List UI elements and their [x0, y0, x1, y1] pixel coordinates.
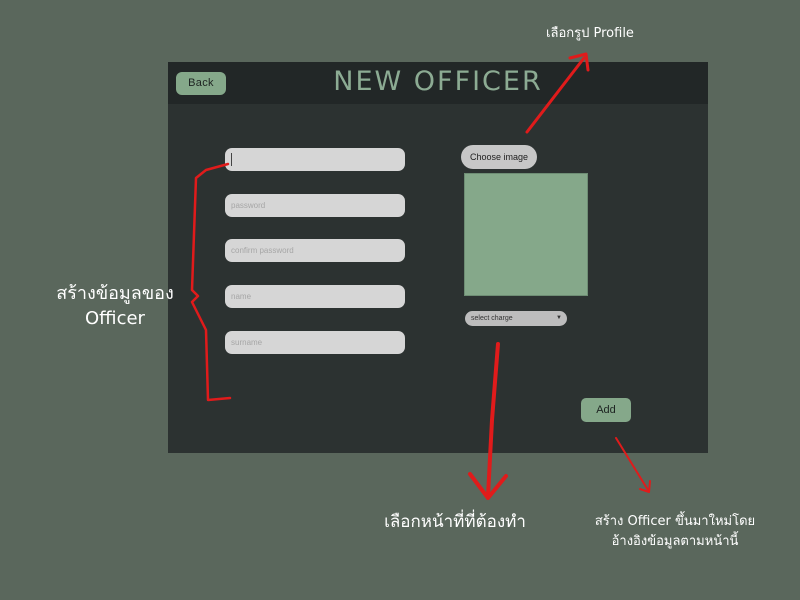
charge-arrowhead [468, 472, 508, 500]
profile-note: เลือกรูป Profile [546, 26, 634, 41]
officer-data-note-line1: สร้างข้อมูลของ [56, 283, 174, 304]
name-field[interactable]: name [225, 285, 405, 308]
add-button[interactable]: Add [581, 398, 631, 422]
page-title: NEW OFFICER [333, 66, 543, 97]
confirm-password-field[interactable]: confirm password [225, 239, 405, 262]
title-bar: Back NEW OFFICER [168, 62, 708, 104]
password-field[interactable]: password [225, 194, 405, 217]
charge-select[interactable]: select charge ▼ [465, 311, 567, 326]
surname-field[interactable]: surname [225, 331, 405, 354]
add-arrowhead [639, 480, 651, 493]
choose-image-button[interactable]: Choose image [461, 145, 537, 169]
create-note-line1: สร้าง Officer ขึ้นมาใหม่โดย [594, 514, 756, 529]
officer-data-note-line2: Officer [85, 308, 145, 329]
username-field[interactable] [225, 148, 405, 171]
charge-select-value: select charge [471, 315, 513, 322]
charge-note: เลือกหน้าที่ที่ต้องทำ [384, 512, 526, 532]
text-caret [231, 153, 232, 166]
new-officer-window: Back NEW OFFICER password confirm passwo… [168, 62, 708, 453]
chevron-down-icon: ▼ [556, 315, 562, 321]
profile-image-preview [464, 173, 588, 296]
create-note-line2: อ้างอิงข้อมูลตามหน้านี้ [611, 534, 739, 549]
